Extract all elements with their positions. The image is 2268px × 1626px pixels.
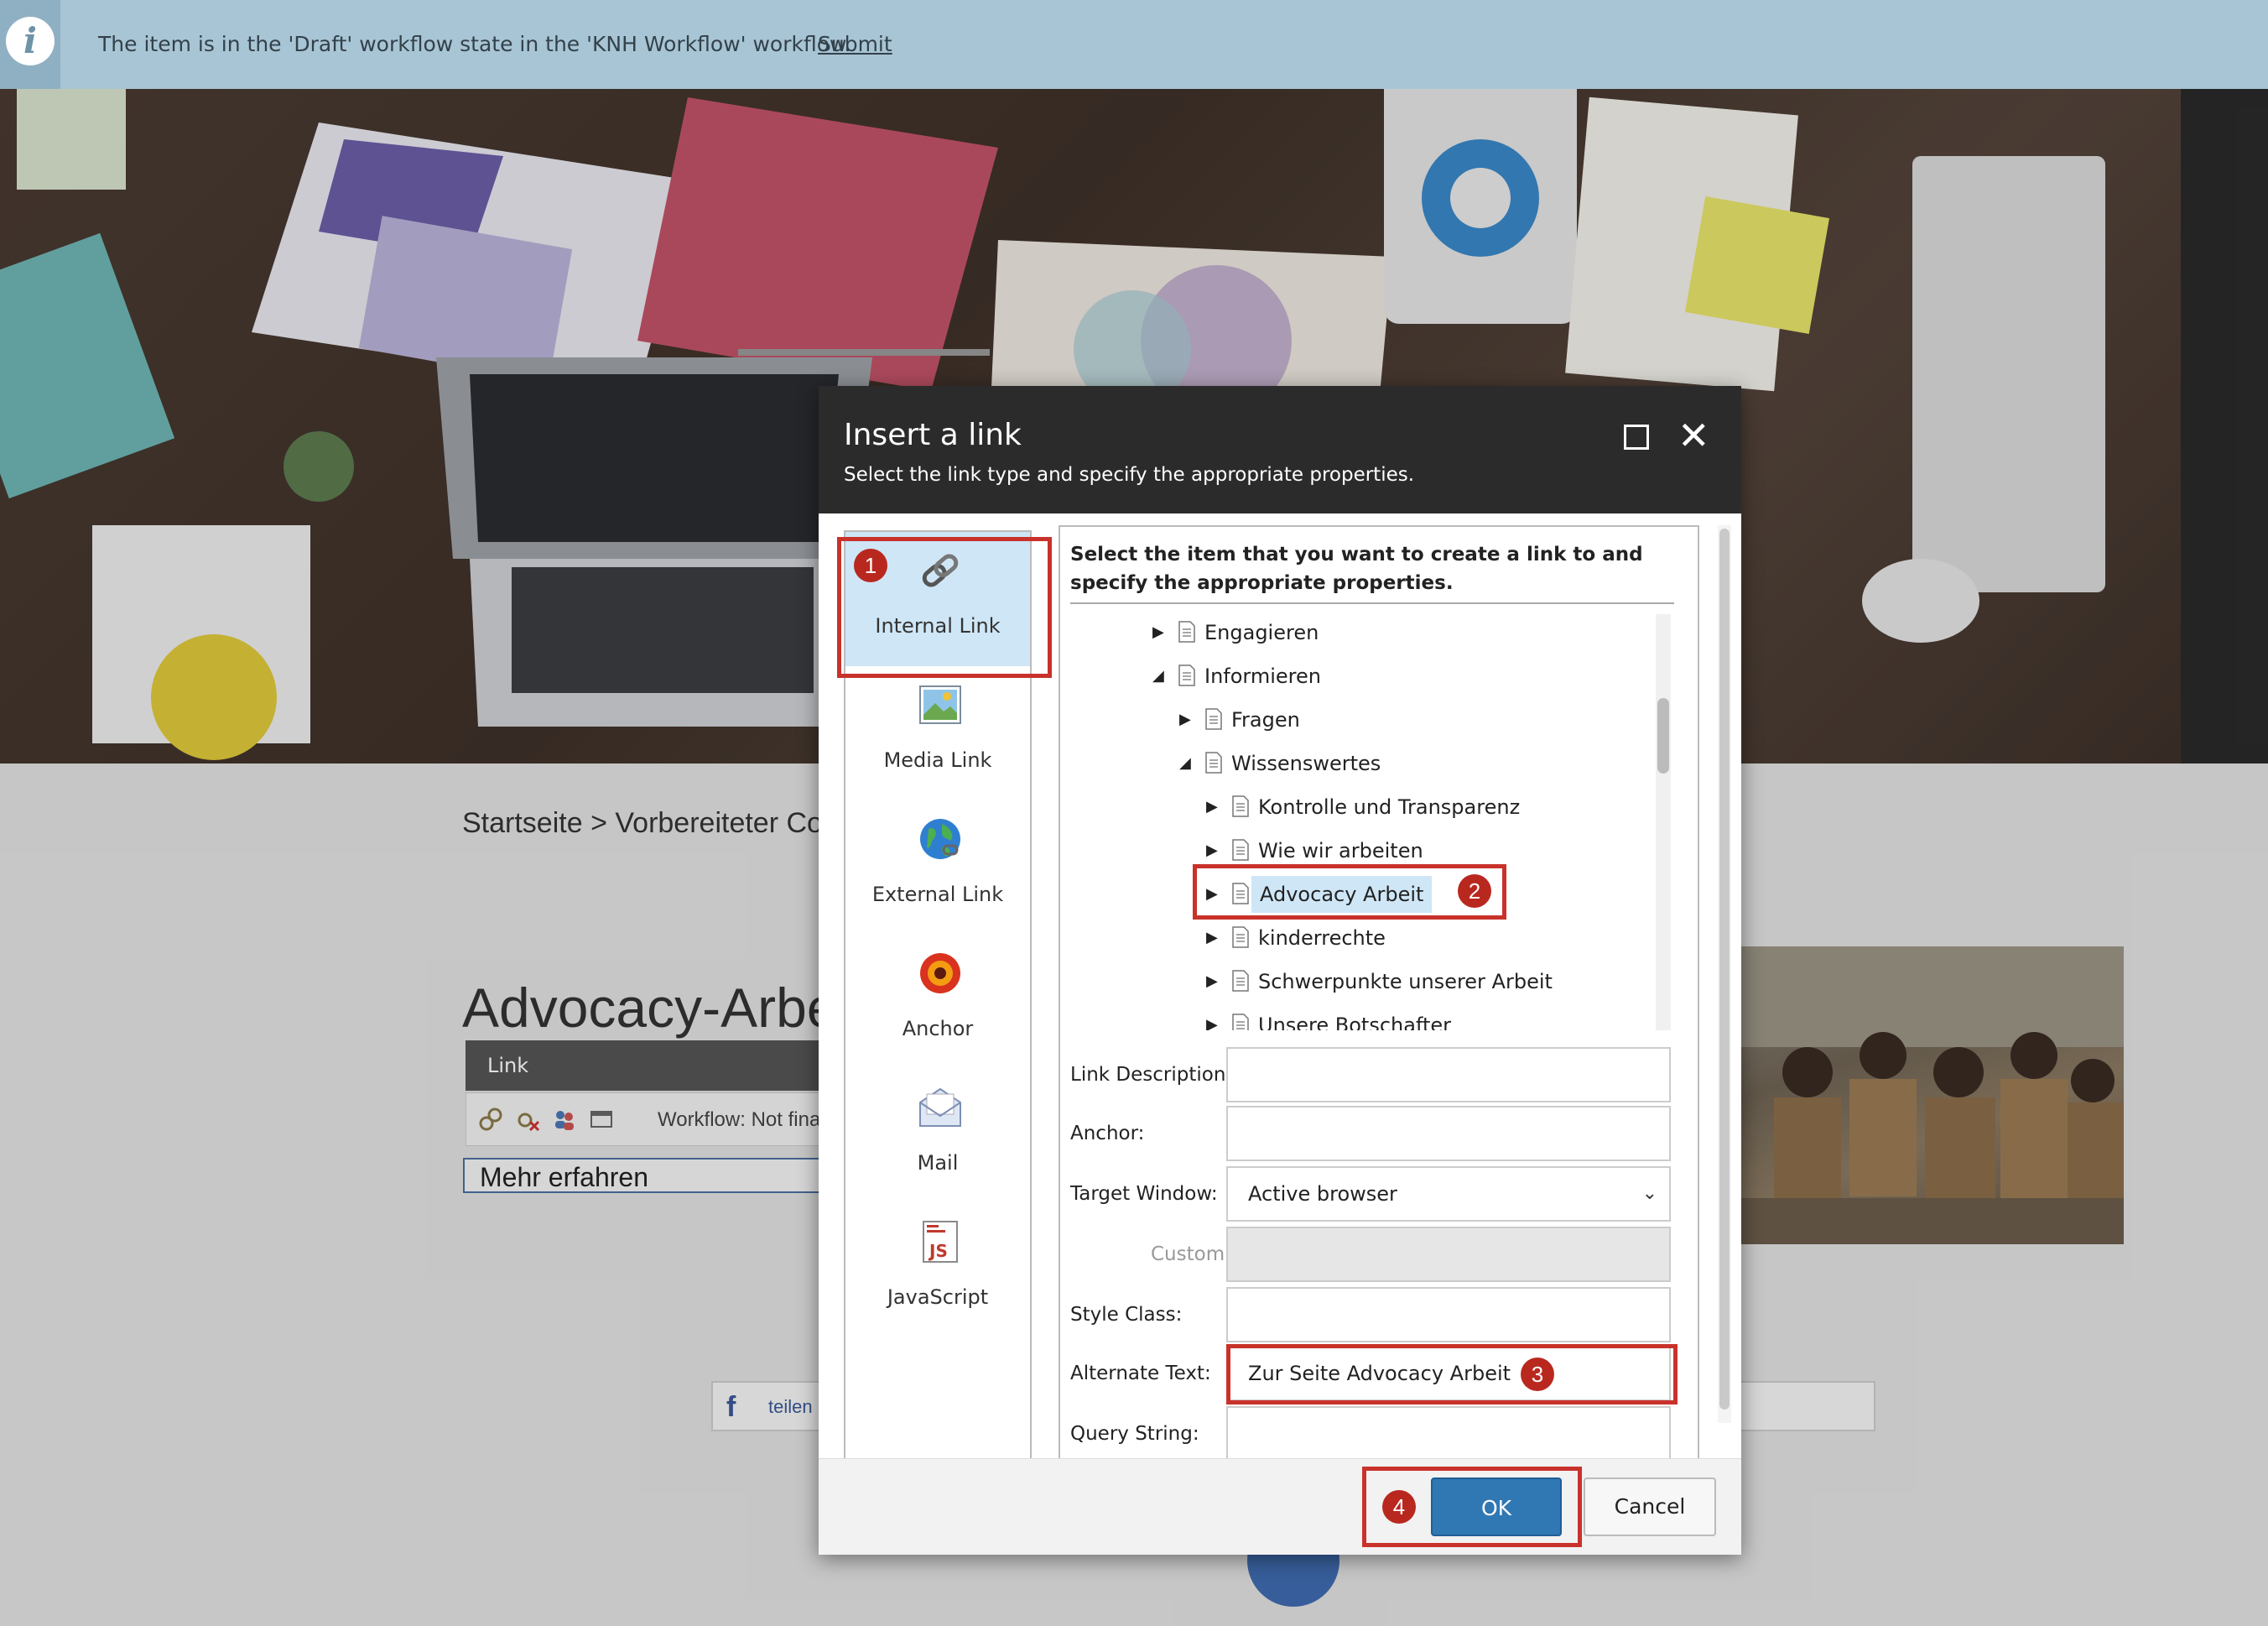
divider: [1070, 602, 1674, 604]
document-icon: [1205, 708, 1222, 730]
dialog-title: Insert a link: [844, 418, 1022, 452]
document-icon: [1178, 664, 1195, 686]
tree-item-label: Kontrolle und Transparenz: [1258, 795, 1521, 819]
tree-item-label: kinderrechte: [1258, 926, 1386, 950]
link-description-label: Link Description:: [1070, 1064, 1233, 1086]
callout-badge-1: 1: [854, 549, 887, 582]
tree-item-label: Engagieren: [1204, 621, 1319, 644]
anchor-label: Anchor:: [1070, 1123, 1145, 1144]
link-type-external[interactable]: External Link: [845, 800, 1030, 935]
expand-arrow-icon[interactable]: ▶: [1206, 1007, 1223, 1030]
callout-badge-3: 3: [1521, 1358, 1554, 1391]
callout-badge-2: 2: [1458, 874, 1491, 908]
alternate-text-label: Alternate Text:: [1070, 1363, 1211, 1384]
js-file-icon: JS: [923, 1221, 958, 1263]
target-window-value: Active browser: [1248, 1182, 1397, 1206]
info-icon-area: i: [0, 0, 60, 89]
link-type-label: Mail: [917, 1151, 959, 1175]
tree-item-label: Wissenswertes: [1231, 752, 1381, 775]
svg-text:JS: JS: [928, 1241, 948, 1261]
expand-arrow-icon[interactable]: ▶: [1179, 701, 1196, 738]
link-type-mail[interactable]: Mail: [845, 1069, 1030, 1203]
image-icon: [919, 685, 961, 724]
tree-item-label: Informieren: [1204, 664, 1321, 688]
link-description-input[interactable]: [1226, 1047, 1671, 1102]
custom-input: [1226, 1227, 1671, 1282]
dialog-subtitle: Select the link type and specify the app…: [844, 464, 1415, 486]
callout-box-alternate-text: [1226, 1344, 1678, 1405]
callout-badge-4: 4: [1382, 1490, 1416, 1524]
document-icon: [1232, 926, 1249, 948]
workflow-info-bar: i The item is in the 'Draft' workflow st…: [0, 0, 2268, 89]
tree-item-label: Schwerpunkte unserer Arbeit: [1258, 970, 1553, 993]
link-type-label: Anchor: [902, 1017, 974, 1040]
document-icon: [1232, 795, 1249, 817]
maximize-icon[interactable]: [1624, 425, 1649, 450]
tree-scrollbar-thumb[interactable]: [1657, 698, 1669, 774]
document-icon: [1232, 970, 1249, 992]
anchor-input[interactable]: [1226, 1106, 1671, 1161]
link-properties-pane: Select the item that you want to create …: [1059, 525, 1699, 1462]
link-type-media[interactable]: Media Link: [845, 666, 1030, 800]
custom-label: Custom:: [1151, 1243, 1231, 1265]
tree-item-label: Fragen: [1231, 708, 1300, 732]
envelope-icon: [919, 1087, 961, 1127]
link-type-javascript[interactable]: JS JavaScript: [845, 1203, 1030, 1337]
query-string-label: Query String:: [1070, 1423, 1199, 1445]
link-type-anchor[interactable]: Anchor: [845, 935, 1030, 1069]
info-icon: i: [6, 17, 55, 65]
link-type-label: Media Link: [883, 748, 992, 772]
query-string-input[interactable]: [1226, 1406, 1671, 1460]
workflow-message: The item is in the 'Draft' workflow stat…: [98, 32, 852, 56]
document-icon: [1232, 1014, 1249, 1030]
expand-arrow-icon[interactable]: ▶: [1206, 963, 1223, 1000]
dialog-footer: OK Cancel: [819, 1458, 1741, 1555]
document-icon: [1178, 621, 1195, 643]
dialog-scrollbar-thumb[interactable]: [1719, 529, 1730, 1410]
dialog-scrollbar[interactable]: [1718, 525, 1731, 1423]
collapse-arrow-icon[interactable]: ◢: [1179, 745, 1196, 782]
expand-arrow-icon[interactable]: ▶: [1206, 920, 1223, 956]
tree-scrollbar[interactable]: [1656, 614, 1671, 1030]
chevron-down-icon: ⌄: [1641, 1183, 1657, 1204]
cancel-button[interactable]: Cancel: [1584, 1477, 1716, 1536]
globe-icon: [920, 819, 960, 859]
content-tree: ▶ Engagieren ◢ Informieren ▶ Fragen ◢ Wi…: [1067, 611, 1654, 1030]
link-type-label: JavaScript: [887, 1285, 989, 1309]
expand-arrow-icon[interactable]: ▶: [1152, 614, 1169, 651]
target-icon: [920, 953, 960, 993]
link-type-label: External Link: [871, 883, 1004, 906]
instructions-text: Select the item that you want to create …: [1070, 544, 1643, 594]
style-class-label: Style Class:: [1070, 1304, 1183, 1326]
style-class-input[interactable]: [1226, 1287, 1671, 1342]
target-window-select[interactable]: Active browser ⌄: [1226, 1166, 1671, 1222]
target-window-label: Target Window:: [1070, 1183, 1218, 1205]
tree-item-label: Unsere Botschafter: [1258, 1014, 1452, 1030]
close-icon[interactable]: ✕: [1678, 416, 1710, 455]
dialog-header: Insert a link Select the link type and s…: [819, 386, 1741, 513]
document-icon: [1205, 752, 1222, 774]
expand-arrow-icon[interactable]: ▶: [1206, 789, 1223, 826]
collapse-arrow-icon[interactable]: ◢: [1152, 658, 1169, 695]
document-icon: [1232, 839, 1249, 861]
submit-link[interactable]: Submit: [818, 32, 892, 56]
